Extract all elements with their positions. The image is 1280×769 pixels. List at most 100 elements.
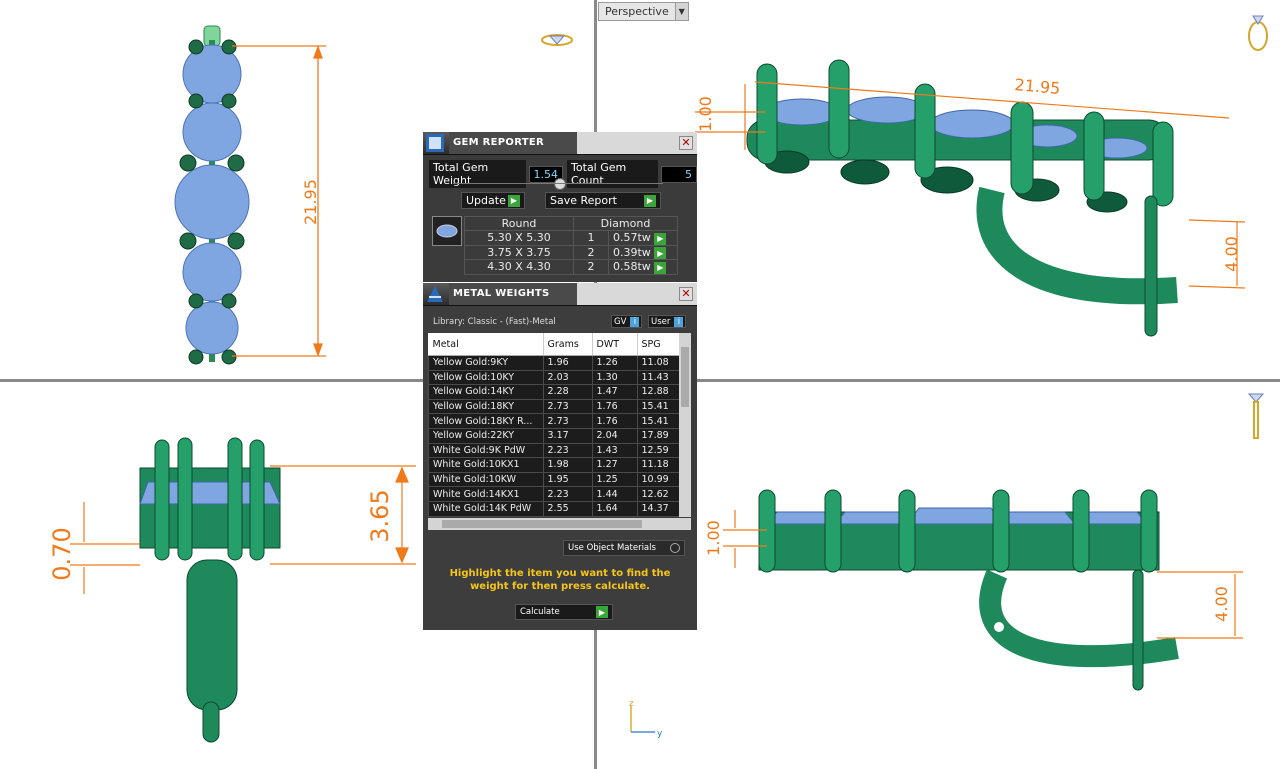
metal-weights-title: METAL WEIGHTS [449, 283, 577, 305]
table-cell: 1.95 [542, 471, 593, 488]
metal-weights-titlebar[interactable]: METAL WEIGHTS ✕ [423, 283, 697, 306]
gem-thumbnail [432, 216, 462, 246]
chevron-down-icon: ▼ [674, 3, 688, 20]
viewport-front[interactable]: 1.00 4.00 z y [597, 382, 1280, 769]
table-cell: 1.76 [591, 398, 638, 415]
table-row[interactable]: White Gold:14K PdW 2.55 1.64 14.37 [428, 500, 685, 517]
close-icon[interactable]: ✕ [679, 287, 693, 301]
instruction-text: Highlight the item you want to find the … [449, 568, 671, 592]
collapse-handle-icon[interactable] [554, 178, 566, 190]
play-icon: ▶ [596, 606, 608, 618]
gem-row[interactable]: 4.30 X 4.30 2 0.58tw ▶ [464, 259, 678, 275]
total-gem-count-value: 5 [661, 165, 697, 183]
viewport-type-dropdown[interactable]: Perspective ▼ [598, 2, 689, 21]
table-row[interactable]: White Gold:14KX1 2.23 1.44 12.62 [428, 486, 685, 502]
table-cell: 2.23 [542, 442, 593, 459]
metal-table-container[interactable]: Metal Grams DWT SPG Yellow Gold:9KY 1.96 1… [428, 333, 691, 517]
table-cell: 1.43 [591, 442, 638, 459]
calculate-button[interactable]: Calculate ▶ [515, 604, 613, 620]
user-toggle[interactable]: User i [648, 315, 687, 328]
ring-icon [541, 34, 573, 46]
axis-triad: z y [629, 699, 663, 739]
table-row[interactable]: Yellow Gold:10KY 2.03 1.30 11.43 [428, 369, 685, 386]
col-metal[interactable]: Metal [428, 333, 544, 356]
library-label: Library: Classic - (Fast)-Metal [433, 317, 556, 327]
table-cell: 12.62 [636, 486, 685, 502]
ring-icon [1248, 15, 1268, 51]
gem-material-header: Diamond [573, 216, 678, 231]
dim-persp-length: 21.95 [1014, 75, 1061, 98]
gem-reporter-icon [426, 134, 444, 152]
col-grams[interactable]: Grams [543, 333, 593, 356]
axis-y-label: y [657, 729, 663, 739]
table-cell: White Gold:9K PdW [428, 442, 544, 459]
horizontal-scrollbar[interactable] [428, 518, 691, 530]
table-cell: 11.18 [636, 457, 685, 473]
gem-reporter-title: GEM REPORTER [449, 132, 577, 154]
col-spg[interactable]: SPG [637, 333, 685, 356]
table-cell: 2.73 [542, 398, 593, 415]
table-row[interactable]: White Gold:9K PdW 2.23 1.43 12.59 [428, 442, 685, 459]
gem-row[interactable]: 5.30 X 5.30 1 0.57tw ▶ [464, 230, 678, 246]
vertical-scrollbar[interactable] [679, 333, 691, 517]
table-cell: Yellow Gold:18KY R... [428, 413, 544, 429]
gv-toggle[interactable]: GV i [611, 315, 643, 328]
table-row[interactable]: Yellow Gold:18KY R... 2.73 1.76 15.41 [428, 413, 685, 429]
table-cell: 11.43 [636, 369, 685, 386]
dim-top-length: 21.95 [301, 179, 320, 225]
table-cell: White Gold:10KX1 [428, 457, 544, 473]
table-cell: 2.04 [591, 427, 638, 444]
close-icon[interactable]: ✕ [679, 136, 693, 150]
table-cell: White Gold:14KX1 [428, 486, 544, 502]
viewport-perspective[interactable]: 21.95 1.00 4.00 [597, 0, 1280, 379]
table-row[interactable]: White Gold:10KW 1.95 1.25 10.99 [428, 471, 685, 488]
scrollbar-thumb[interactable] [442, 520, 642, 528]
table-cell: 1.96 [542, 355, 593, 371]
table-row[interactable]: White Gold:10KX1 1.98 1.27 11.18 [428, 457, 685, 473]
dim-side-left: 0.70 [48, 527, 76, 580]
dim-persp-right: 4.00 [1222, 236, 1241, 272]
gem-shape-header: Round [464, 216, 574, 231]
perspective-view-model: 21.95 1.00 4.00 [695, 15, 1268, 337]
table-cell: 1.76 [591, 413, 638, 429]
table-cell: 1.27 [591, 457, 638, 473]
col-dwt[interactable]: DWT [592, 333, 638, 356]
gem-row[interactable]: 3.75 X 3.75 2 0.39tw ▶ [464, 244, 678, 260]
save-report-label: Save Report [550, 194, 617, 207]
table-cell: 1.64 [591, 500, 638, 517]
table-cell: 15.41 [636, 398, 685, 415]
gem-reporter-titlebar[interactable]: GEM REPORTER ✕ [423, 132, 697, 155]
table-cell: White Gold:10KW [428, 471, 544, 488]
gem-reporter-panel: GEM REPORTER ✕ Total Gem Weight 1.54 Tot… [423, 132, 697, 282]
play-icon: ▶ [508, 194, 520, 207]
table-row[interactable]: Yellow Gold:14KY 2.28 1.47 12.88 [428, 384, 685, 400]
save-report-button[interactable]: Save Report ▶ [545, 192, 661, 209]
use-object-materials-button[interactable]: Use Object Materials [563, 540, 685, 556]
table-row[interactable]: Yellow Gold:18KY 2.73 1.76 15.41 [428, 398, 685, 415]
info-icon: i [630, 316, 640, 327]
play-icon[interactable]: ▶ [654, 247, 667, 259]
play-icon[interactable]: ▶ [654, 261, 667, 274]
table-row[interactable]: Yellow Gold:9KY 1.96 1.26 11.08 [428, 355, 685, 371]
scrollbar-thumb[interactable] [681, 347, 689, 407]
table-cell: 2.28 [542, 384, 593, 400]
table-cell: Yellow Gold:9KY [428, 355, 544, 371]
table-row[interactable]: Yellow Gold:22KY 3.17 2.04 17.89 [428, 427, 685, 444]
table-cell: 15.41 [636, 413, 685, 429]
play-icon[interactable]: ▶ [654, 232, 667, 245]
info-icon: i [674, 316, 684, 327]
table-cell: 2.23 [542, 486, 593, 502]
metal-table: Metal Grams DWT SPG Yellow Gold:9KY 1.96 1… [428, 333, 685, 517]
table-cell: Yellow Gold:22KY [428, 427, 544, 444]
table-cell: Yellow Gold:10KY [428, 369, 544, 386]
table-cell: 14.37 [636, 500, 685, 517]
axis-z-label: z [629, 699, 634, 709]
table-cell: 12.88 [636, 384, 685, 400]
table-cell: 12.59 [636, 442, 685, 459]
table-cell: 1.26 [591, 355, 638, 371]
front-view-model: 1.00 4.00 z y [629, 393, 1265, 739]
radio-icon [670, 543, 680, 553]
table-cell: 1.98 [542, 457, 593, 473]
table-cell: 17.89 [636, 427, 685, 444]
update-button[interactable]: Update ▶ [461, 192, 525, 209]
